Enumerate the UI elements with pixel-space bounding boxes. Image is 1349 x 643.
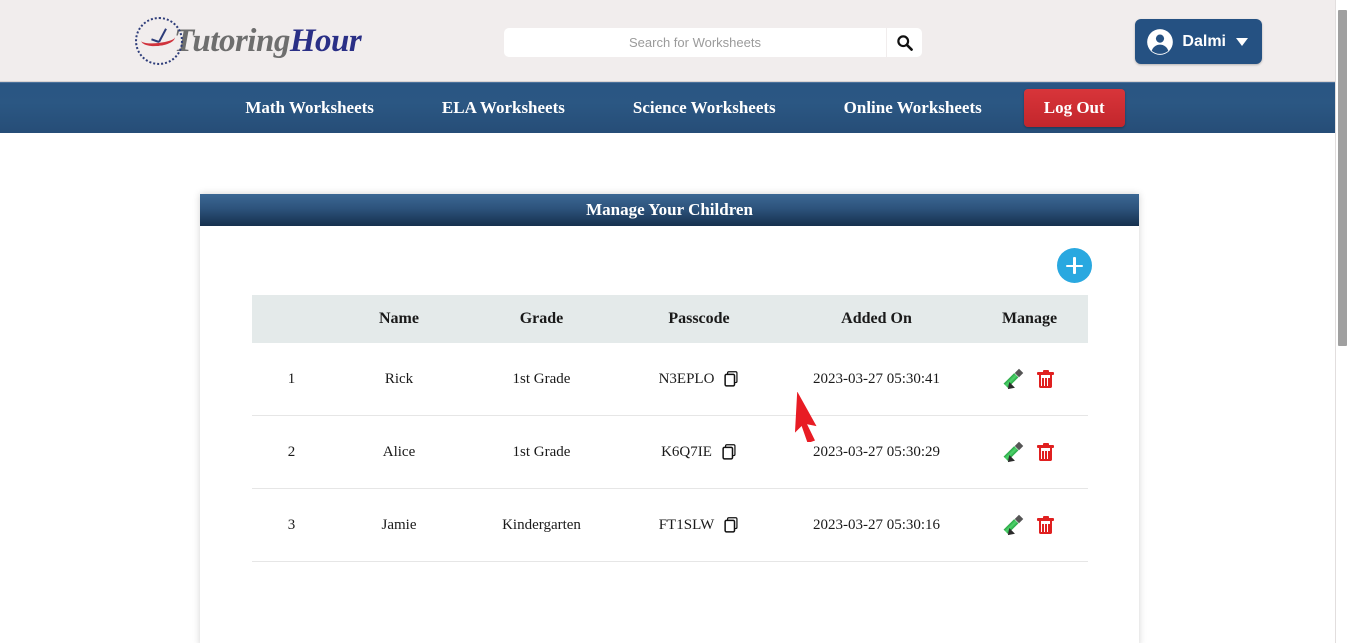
column-header-added-on: Added On: [841, 310, 912, 327]
logo-text-hour: Hour: [289, 22, 362, 59]
site-logo[interactable]: TutoringHour: [135, 13, 362, 69]
add-child-button[interactable]: [1057, 248, 1092, 283]
main-navigation: Math Worksheets ELA Worksheets Science W…: [0, 82, 1336, 133]
logo-text-tutoring: Tutoring: [174, 22, 290, 59]
row-grade: 1st Grade: [466, 415, 617, 489]
column-header-index: [252, 295, 332, 343]
column-header-grade: Grade: [519, 310, 564, 327]
manage-children-panel: Manage Your Children Name Grade Passcode…: [200, 194, 1139, 643]
row-index: 3: [251, 488, 332, 562]
panel-body: Name Grade Passcode Added On Manage 1 Ri…: [200, 226, 1139, 643]
trash-icon[interactable]: [1037, 369, 1054, 389]
row-manage-cell: [971, 343, 1088, 416]
children-table: Name Grade Passcode Added On Manage 1 Ri…: [251, 295, 1088, 562]
pencil-icon[interactable]: [1003, 514, 1025, 538]
logo-wordmark: TutoringHour: [174, 22, 362, 60]
row-grade: 1st Grade: [466, 343, 617, 416]
panel-header: Manage Your Children: [200, 194, 1139, 226]
row-passcode: FT1SLW: [658, 516, 715, 533]
pencil-icon[interactable]: [1003, 441, 1025, 465]
column-header-manage: Manage: [1001, 310, 1058, 327]
nav-link-online-worksheets[interactable]: Online Worksheets: [810, 98, 1016, 118]
table-header-row: Name Grade Passcode Added On Manage: [251, 295, 1088, 343]
row-passcode-cell: K6Q7IE: [616, 415, 782, 489]
trash-icon[interactable]: [1037, 515, 1054, 535]
clock-logo-icon: [135, 17, 183, 65]
row-passcode-cell: FT1SLW: [616, 488, 782, 562]
row-passcode-cell: N3EPLO: [616, 343, 782, 416]
table-row: 2 Alice 1st Grade K6Q7IE 2023-03-27 05:3…: [251, 415, 1088, 489]
table-header: Name Grade Passcode Added On Manage: [251, 295, 1088, 343]
row-added-on: 2023-03-27 05:30:29: [781, 415, 972, 489]
search-icon: [897, 35, 913, 51]
logout-button[interactable]: Log Out: [1023, 89, 1125, 127]
row-manage-cell: [971, 488, 1088, 562]
add-child-row: [200, 226, 1139, 295]
user-menu-button[interactable]: Dalmi: [1135, 19, 1262, 64]
search-button[interactable]: [886, 28, 922, 57]
page-root: TutoringHour Dalmi Math Worksheets: [0, 0, 1349, 643]
user-name-label: Dalmi: [1182, 32, 1226, 50]
trash-icon[interactable]: [1037, 442, 1054, 462]
copy-icon[interactable]: [724, 371, 739, 387]
row-name: Alice: [331, 415, 467, 489]
chevron-down-icon: [1236, 37, 1248, 46]
column-header-passcode: Passcode: [668, 310, 730, 327]
table-row: 3 Jamie Kindergarten FT1SLW 2023-03-27 0…: [251, 488, 1088, 562]
user-circle-icon: [1147, 28, 1174, 55]
row-grade: Kindergarten: [466, 488, 617, 562]
search-bar: [504, 28, 922, 57]
row-index: 1: [251, 343, 332, 416]
row-index: 2: [251, 415, 332, 489]
nav-link-ela-worksheets[interactable]: ELA Worksheets: [408, 98, 599, 118]
copy-icon[interactable]: [724, 517, 739, 533]
nav-link-math-worksheets[interactable]: Math Worksheets: [211, 98, 408, 118]
row-added-on: 2023-03-27 05:30:41: [781, 343, 972, 416]
row-name: Rick: [331, 343, 467, 416]
copy-icon[interactable]: [722, 444, 737, 460]
row-name: Jamie: [331, 488, 467, 562]
row-passcode: K6Q7IE: [661, 443, 712, 460]
table-body: 1 Rick 1st Grade N3EPLO 2023-03-27 05:30…: [251, 343, 1088, 562]
pencil-icon[interactable]: [1003, 368, 1025, 392]
row-added-on: 2023-03-27 05:30:16: [781, 488, 972, 562]
table-row: 1 Rick 1st Grade N3EPLO 2023-03-27 05:30…: [251, 343, 1088, 416]
row-manage-cell: [971, 415, 1088, 489]
vertical-scrollbar[interactable]: [1336, 0, 1349, 643]
nav-link-science-worksheets[interactable]: Science Worksheets: [599, 98, 810, 118]
column-header-name: Name: [379, 310, 419, 327]
site-header: TutoringHour Dalmi: [0, 0, 1336, 82]
search-input[interactable]: [504, 28, 886, 57]
scrollbar-thumb[interactable]: [1338, 10, 1347, 346]
row-passcode: N3EPLO: [658, 370, 715, 387]
page-title: Manage Your Children: [586, 200, 753, 219]
